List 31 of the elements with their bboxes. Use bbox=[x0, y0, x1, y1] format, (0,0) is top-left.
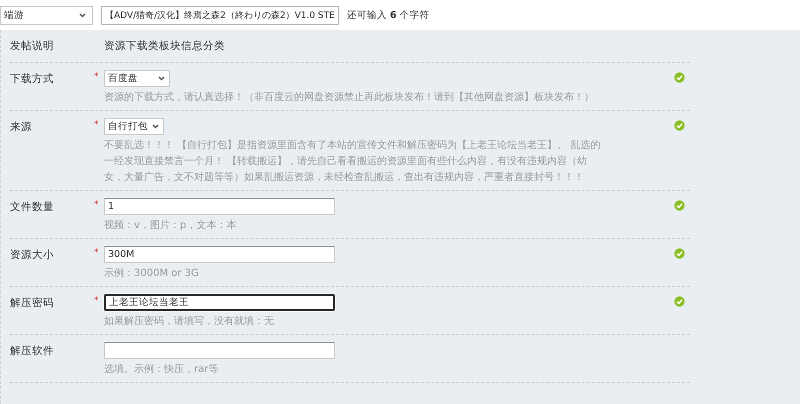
hint-text: 示例：3000M or 3G bbox=[104, 267, 200, 281]
field-label: 发帖说明 bbox=[10, 39, 55, 53]
field-label: 资源大小 bbox=[10, 248, 55, 263]
select-field[interactable]: 百度盘 bbox=[104, 70, 170, 87]
select-field[interactable]: 自行打包 bbox=[104, 118, 164, 135]
category-text: 资源下载类板块信息分类 bbox=[104, 39, 226, 53]
required-mark: * bbox=[94, 199, 98, 211]
input-field[interactable]: 1 bbox=[104, 198, 335, 215]
field-label: 文件数量 bbox=[10, 200, 55, 215]
required-mark: * bbox=[94, 247, 98, 259]
hint-text: 如果解压密码，请填写，没有就填：无 bbox=[104, 314, 275, 329]
hint-text: 资源的下载方式，请认真选择！（非百度云的网盘资源禁止再此板块发布！请到【其他网盘资源】板块发布！） bbox=[104, 90, 595, 105]
field-label: 下载方式 bbox=[10, 72, 55, 87]
hint-text: 不要乱选！！！ 【自行打包】是指资源里面含有了本站的宣传文件和解压密码为【上老王论坛当老王】。 乱选的一经发现直接禁言一个月！ 【转载搬运】，请先自己看看搬运的资源里面有些什么内容，有没有违规内容（幼女，大量广告，文不对题等等）如果乱搬运资源，未经检查乱搬运，查出有违规内容，严重者直接封号！！！ bbox=[104, 138, 602, 185]
field-label: 解压密码 bbox=[10, 296, 55, 311]
input-field[interactable] bbox=[104, 342, 335, 359]
input-field[interactable]: 上老王论坛当老王 bbox=[104, 294, 335, 311]
field-label: 来源 bbox=[10, 120, 33, 135]
character-counter: 还可输入 6 个字符 bbox=[346, 8, 430, 22]
category-select[interactable]: 端游 bbox=[0, 6, 93, 24]
hint-text: 选填。示例：快压，rar等 bbox=[104, 362, 220, 377]
field-label: 解压软件 bbox=[10, 344, 55, 359]
required-mark: * bbox=[94, 295, 98, 307]
title-field[interactable]: 【ADV/猎奇/汉化】终焉之森2（終わりの森2）V1.0 STE bbox=[101, 6, 339, 24]
caret-icon bbox=[158, 76, 165, 81]
input-field[interactable]: 300M bbox=[104, 246, 335, 263]
caret-icon bbox=[79, 12, 86, 18]
required-mark: * bbox=[94, 119, 98, 131]
hint-text: 视频：v，图片：p，文本：本 bbox=[104, 218, 238, 233]
required-mark: * bbox=[94, 71, 98, 83]
caret-icon bbox=[152, 124, 159, 129]
